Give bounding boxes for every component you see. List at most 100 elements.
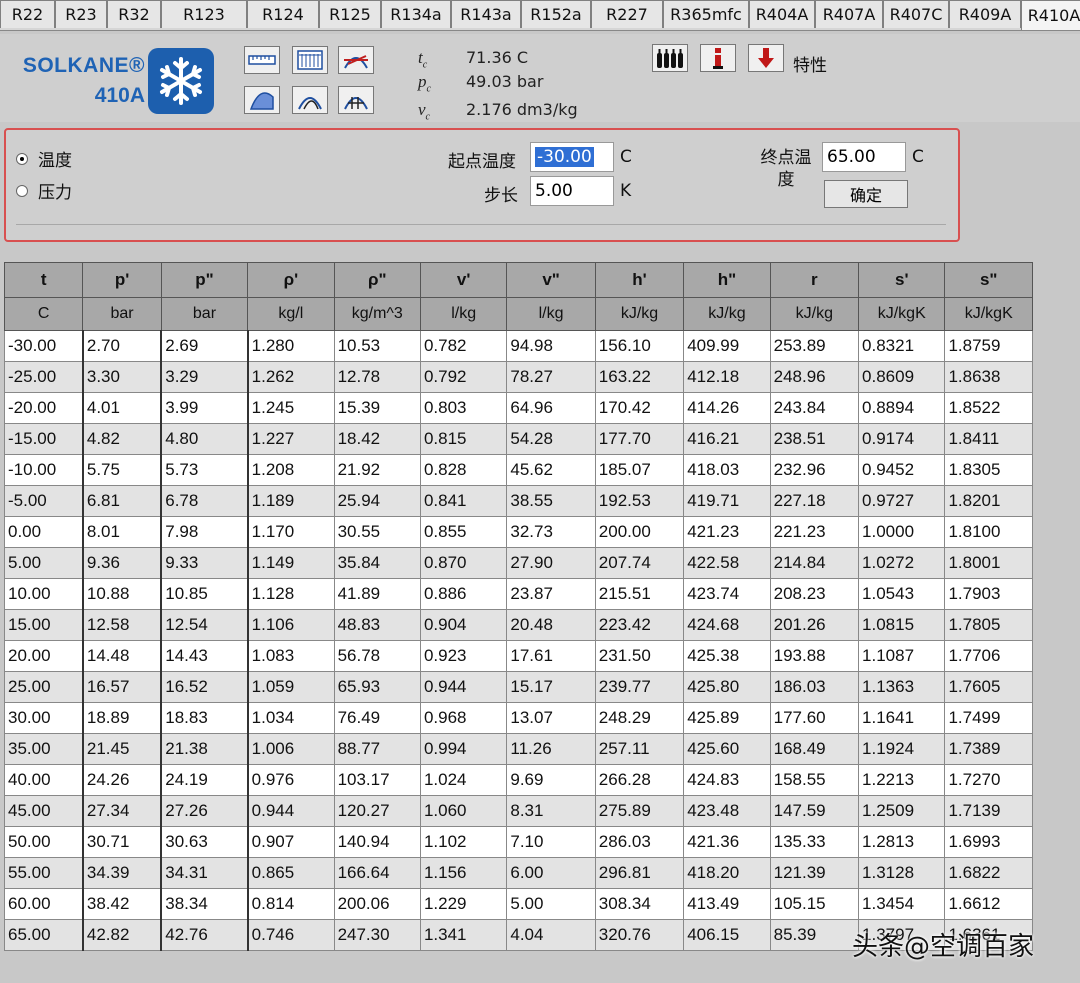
table-cell: 35.84: [333, 547, 421, 579]
tab-r409a[interactable]: R409A: [949, 0, 1021, 28]
table-cell: 1.156: [419, 857, 508, 889]
table-cell: 0.870: [419, 547, 508, 579]
table-cell: 320.76: [594, 919, 685, 951]
table-row: 0.00 8.01 7.98 1.170 30.55 0.855 32.73 200.00 42…: [3, 516, 1033, 548]
info-icon[interactable]: [700, 44, 736, 72]
column-header: h': [594, 262, 685, 298]
tab-r410a[interactable]: R410A: [1021, 0, 1080, 30]
radio-pressure[interactable]: 压力: [16, 178, 72, 203]
table-cell: 6.81: [82, 485, 163, 517]
table-cell: 13.07: [506, 702, 596, 734]
column-header: v": [506, 262, 596, 298]
tab-r124[interactable]: R124: [247, 0, 319, 28]
table-row: -10.00 5.75 5.73 1.208 21.92 0.828 45.62 185.07…: [3, 454, 1033, 486]
table-cell: 170.42: [594, 392, 685, 424]
ph-diagram-icon[interactable]: [338, 46, 374, 74]
cylinders-icon[interactable]: [652, 44, 688, 72]
table-cell: 1.1363: [858, 671, 946, 703]
download-arrow-icon[interactable]: [748, 44, 784, 72]
radio-temperature[interactable]: 温度: [16, 146, 72, 171]
step-label: 步长: [484, 186, 518, 206]
table-cell: 1.8201: [944, 485, 1033, 517]
table-row: 35.00 21.45 21.38 1.006 88.77 0.994 11.26 257.1…: [3, 733, 1033, 765]
column-header: p': [82, 262, 162, 298]
table-cell: 214.84: [769, 547, 860, 579]
table-cell: 8.31: [506, 795, 596, 827]
table-cell: 76.49: [333, 702, 421, 734]
step-input[interactable]: 5.00: [530, 176, 614, 206]
table-cell: 0.923: [419, 640, 508, 672]
tab-r134a[interactable]: R134a: [381, 0, 451, 28]
table-cell: 248.96: [769, 361, 860, 393]
table-cell: 1.341: [419, 919, 508, 951]
watermark-text: 头条@空调百家: [852, 932, 1035, 962]
table-cell: 40.00: [3, 764, 84, 796]
table-cell: 192.53: [594, 485, 685, 517]
table-cell: 0.815: [419, 423, 508, 455]
table-cell: 406.15: [683, 919, 771, 951]
tab-r23[interactable]: R23: [55, 0, 107, 28]
table-cell: 24.26: [82, 764, 163, 796]
table-cell: 94.98: [506, 330, 596, 362]
table-cell: 239.77: [594, 671, 685, 703]
end-temperature-input[interactable]: 65.00: [822, 142, 906, 172]
table-cell: 12.58: [82, 609, 163, 641]
table-cell: 296.81: [594, 857, 685, 889]
table-cell: 253.89: [769, 330, 860, 362]
start-temperature-input[interactable]: -30.00: [530, 142, 614, 172]
table-cell: 27.34: [82, 795, 163, 827]
column-unit: bar: [82, 297, 162, 331]
table-cell: 85.39: [769, 919, 860, 951]
table-cell: 0.855: [419, 516, 508, 548]
table-cell: 15.39: [333, 392, 421, 424]
table-cell: 9.36: [82, 547, 163, 579]
table-cell: 14.43: [160, 640, 249, 672]
critical-temperature-value: 71.36 C: [466, 48, 529, 67]
table-cell: 21.45: [82, 733, 163, 765]
table-cell: 1.0543: [858, 578, 946, 610]
brand-model: 410A: [94, 84, 145, 107]
hs-diagram-icon[interactable]: [292, 86, 328, 114]
table-cell: 275.89: [594, 795, 685, 827]
tab-r125[interactable]: R125: [319, 0, 381, 28]
ts-diagram-icon[interactable]: [244, 86, 280, 114]
tab-r22[interactable]: R22: [0, 0, 55, 28]
column-header: ρ': [247, 262, 335, 298]
tab-r404a[interactable]: R404A: [749, 0, 815, 28]
table-cell: 0.944: [247, 795, 335, 827]
table-cell: 0.814: [247, 888, 335, 920]
table-row: 55.00 34.39 34.31 0.865 166.64 1.156 6.00 296.8…: [3, 857, 1033, 889]
table-units-row: Cbar bar kg/l kg/m^3 l/kg l/kg kJ/kg kJ/kg kJ/kg…: [3, 297, 1033, 331]
tab-r407c[interactable]: R407C: [883, 0, 949, 28]
table-cell: 1.8305: [944, 454, 1033, 486]
lgp-diagram-icon[interactable]: [338, 86, 374, 114]
table-cell: 121.39: [769, 857, 860, 889]
tab-r152a[interactable]: R152a: [521, 0, 591, 28]
tab-r32[interactable]: R32: [107, 0, 161, 28]
tab-r407a[interactable]: R407A: [815, 0, 883, 28]
tab-r227[interactable]: R227: [591, 0, 663, 28]
radio-dot: [16, 184, 28, 197]
brand-logo-text: SOLKANE® 410A: [10, 54, 145, 108]
start-temperature-unit: C: [620, 147, 632, 167]
table-cell: 1.7903: [944, 578, 1033, 610]
table-cell: 25.00: [3, 671, 84, 703]
table-cell: 266.28: [594, 764, 685, 796]
ok-button[interactable]: 确定: [824, 180, 908, 208]
table-cell: 421.36: [683, 826, 771, 858]
table-cell: 422.58: [683, 547, 771, 579]
panel-divider: [16, 224, 946, 225]
table-cell: 38.42: [82, 888, 163, 920]
table-row: 10.00 10.88 10.85 1.128 41.89 0.886 23.87 215.5…: [3, 578, 1033, 610]
table-cell: 1.128: [247, 578, 335, 610]
table-cell: 1.229: [419, 888, 508, 920]
table-cell: 0.9452: [858, 454, 946, 486]
table-grid-icon[interactable]: [292, 46, 328, 74]
table-cell: 231.50: [594, 640, 685, 672]
ruler-chart-icon[interactable]: [244, 46, 280, 74]
table-cell: 418.03: [683, 454, 771, 486]
tab-r123[interactable]: R123: [161, 0, 247, 28]
table-cell: 419.71: [683, 485, 771, 517]
tab-r143a[interactable]: R143a: [451, 0, 521, 28]
tab-r365mfc[interactable]: R365mfc: [663, 0, 749, 28]
